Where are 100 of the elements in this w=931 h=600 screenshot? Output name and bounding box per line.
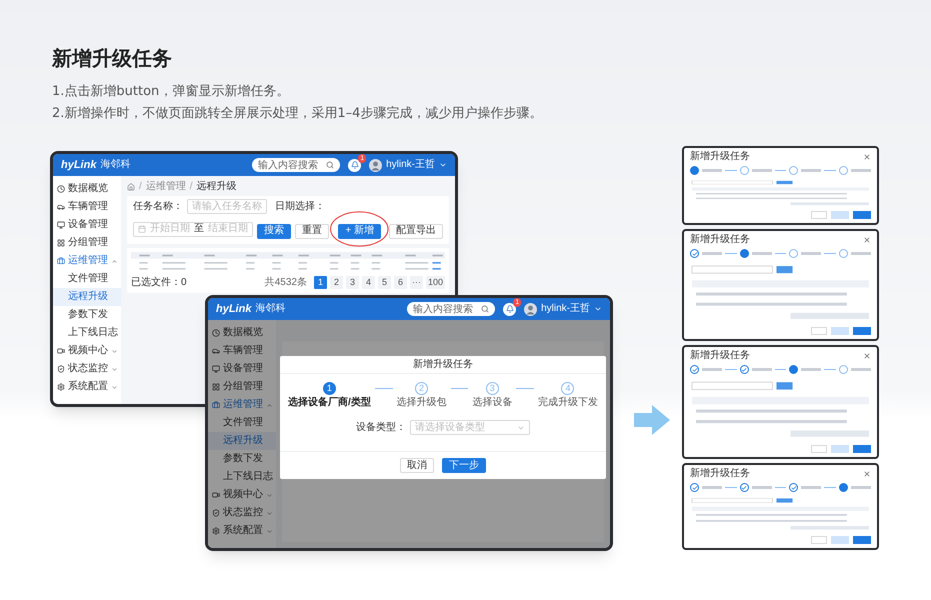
skeleton-line [702,486,722,489]
bell-button[interactable] [503,302,516,316]
menu-item[interactable]: 分组管理 [53,234,121,252]
page-button[interactable]: 2 [330,276,343,289]
home-icon [127,183,135,191]
dialog-title: 新增升级任务 [690,351,751,361]
step-number: 1 [322,382,336,395]
buttons-drawing [811,327,871,335]
submenu-item[interactable]: 远程升级 [208,432,276,450]
menu-item[interactable]: 数据概览 [53,180,121,198]
field-label: 日期选择： [275,202,325,212]
close-icon[interactable] [863,470,871,478]
bell-button[interactable] [348,158,362,172]
buttons-drawing [811,445,871,453]
button[interactable]: 取消 [400,458,434,473]
skeleton-line [752,486,772,489]
monitor-icon [212,365,220,373]
field-label: 任务名称： [133,202,183,212]
input-field[interactable]: 请输入任务名称 [187,199,267,214]
close-icon[interactable] [863,153,871,161]
avatar[interactable] [369,158,382,172]
skeleton-line [851,368,872,371]
step-title: 选择设备 [472,398,512,408]
page-button[interactable]: 100 [426,276,445,289]
menu-item[interactable]: 运维管理 [53,252,121,270]
user-name[interactable]: hylink-王哲 [541,304,590,314]
breadcrumb-separator: / [190,182,193,192]
buttons-drawing [811,536,871,544]
breadcrumb-separator: / [139,182,142,192]
logo-text: 海邻科 [255,304,286,314]
menu-item[interactable]: 系统配置 [53,378,121,396]
briefcase-icon [212,401,220,409]
submenu-item[interactable]: 文件管理 [208,414,276,432]
logo-text: 海邻科 [100,160,130,170]
submenu-item[interactable]: 上下线日志 [208,468,276,486]
user-name[interactable]: hylink-王哲 [386,160,435,170]
page-button[interactable]: 5 [378,276,391,289]
calendar-icon [138,225,146,233]
avatar[interactable] [524,302,538,316]
page-heading: 新增升级任务 [52,46,173,71]
page-button[interactable]: 4 [362,276,375,289]
menu-item[interactable]: 视频中心 [53,342,121,360]
clock-icon [212,329,220,337]
logo: hyLink [61,160,96,170]
step-number: 2 [415,382,428,395]
skeleton-line [851,486,872,489]
description-text: 2.新增操作时，不做页面跳转全屏展示处理，采用1–4步骤完成，减少用户操作步骤。 [52,105,544,123]
button[interactable]: 下一步 [442,458,486,473]
skeleton-line [801,169,822,172]
video-icon [57,347,65,355]
skeleton-line [801,252,822,255]
monitor-icon [57,221,65,229]
menu-item[interactable]: 状态监控 [53,360,121,378]
date-range-field[interactable]: 开始日期 至 结束日期 [133,222,253,236]
step-title: 选择升级包 [396,398,447,408]
submenu-item[interactable]: 远程升级 [53,288,121,306]
skeleton-line [801,486,822,489]
button[interactable]: + 新增 [338,224,381,238]
skeleton-line [752,169,772,172]
page-button[interactable]: ··· [410,276,423,289]
menu-item[interactable]: 状态监控 [208,504,276,522]
settings-icon [212,527,220,535]
car-icon [212,347,220,355]
breadcrumb-item[interactable]: 运维管理 [146,182,186,192]
search-icon [326,161,334,169]
grid-icon [57,239,65,247]
button[interactable]: 配置导出 [389,224,443,238]
skeleton-line [702,252,722,255]
skeleton-line [702,169,722,172]
skeleton-line [702,368,722,371]
close-icon[interactable] [863,352,871,360]
button[interactable]: 重置 [295,224,329,238]
clock-icon [57,185,65,193]
dialog-title: 新增升级任务 [690,152,751,162]
selection-count: 已选文件：0 [131,278,187,288]
field-label: 设备类型： [356,422,406,432]
logo: hyLink [216,304,252,314]
submenu-item[interactable]: 参数下发 [208,450,276,468]
shield-icon [57,365,65,373]
submenu-item[interactable]: 参数下发 [53,306,121,324]
skeleton-line [851,252,872,255]
menu-item[interactable]: 系统配置 [208,522,276,540]
page-button[interactable]: 1 [314,276,327,289]
dialog-title: 新增升级任务 [690,469,751,479]
step-title: 完成升级下发 [538,398,598,408]
menu-item[interactable]: 设备管理 [53,216,121,234]
submenu-item[interactable]: 上下线日志 [53,324,121,342]
description-text: 1.点击新增button，弹窗显示新增任务。 [52,83,290,101]
button[interactable]: 搜索 [257,224,291,238]
car-icon [57,203,65,211]
close-icon[interactable] [863,236,871,244]
submenu-item[interactable]: 文件管理 [53,270,121,288]
page-button[interactable]: 6 [394,276,407,289]
arrow-icon [634,405,670,435]
briefcase-icon [57,257,65,265]
menu-item[interactable]: 车辆管理 [53,198,121,216]
skeleton-line [801,368,822,371]
menu-item[interactable]: 视频中心 [208,486,276,504]
page-button[interactable]: 3 [346,276,359,289]
step-title: 选择设备厂商/类型 [288,398,371,408]
